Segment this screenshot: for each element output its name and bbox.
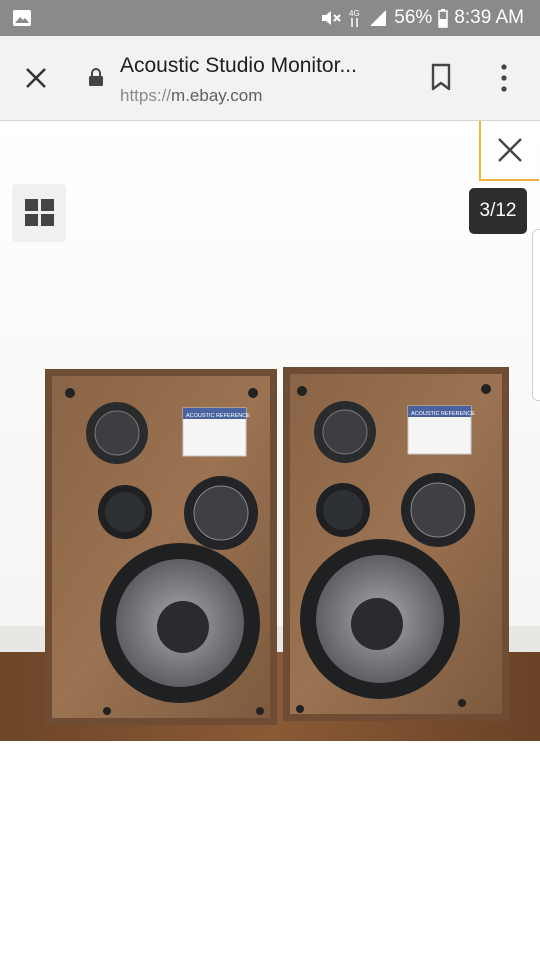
url-host: m.ebay.com (171, 86, 263, 105)
close-icon[interactable] (22, 64, 50, 92)
status-icons: 4G 56% 8:39 AM (320, 0, 524, 36)
status-bar: 4G 56% 8:39 AM (0, 0, 540, 36)
close-viewer-button[interactable] (479, 121, 539, 181)
product-photo[interactable]: ACOUSTIC REFERENCE ACOUSTIC REFERENCE (0, 121, 540, 741)
url-scheme: https:// (120, 86, 172, 105)
image-viewer: ACOUSTIC REFERENCE ACOUSTIC REFERENCE 3/… (0, 121, 540, 960)
next-image-edge[interactable] (532, 229, 540, 401)
svg-text:4G: 4G (349, 9, 360, 18)
browser-toolbar: Acoustic Studio Monitor... https://m.eba… (0, 36, 540, 121)
clock: 8:39 AM (454, 7, 524, 28)
battery-percent: 56% (394, 7, 433, 28)
image-notification-icon (13, 10, 31, 26)
signal-icon (370, 10, 387, 26)
bookmark-icon[interactable] (428, 62, 454, 92)
svg-text:ACOUSTIC REFERENCE: ACOUSTIC REFERENCE (186, 413, 250, 419)
lock-icon (89, 68, 103, 86)
close-icon (498, 138, 522, 162)
data-4g-icon: 4G (349, 9, 360, 27)
left-speaker: ACOUSTIC REFERENCE (45, 369, 277, 725)
grid-view-button[interactable] (12, 184, 66, 242)
page-title[interactable]: Acoustic Studio Monitor... (120, 54, 405, 78)
battery-icon (438, 9, 449, 28)
more-vert-icon[interactable] (494, 62, 514, 94)
page-url[interactable]: https://m.ebay.com (120, 86, 262, 106)
mute-icon (322, 11, 341, 25)
image-counter: 3/12 (469, 188, 527, 234)
right-speaker: ACOUSTIC REFERENCE (283, 367, 509, 721)
svg-text:ACOUSTIC REFERENCE: ACOUSTIC REFERENCE (411, 411, 475, 417)
grid-view-icon (25, 199, 54, 226)
